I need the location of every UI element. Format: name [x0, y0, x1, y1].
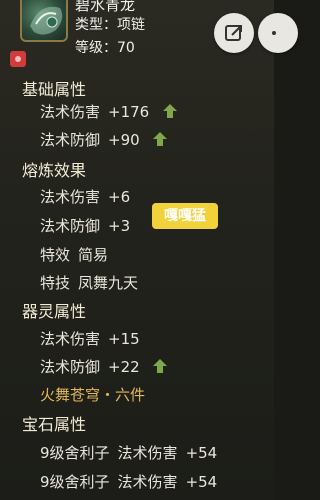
watermark-tag: 嘎嘎猛: [152, 203, 218, 229]
stat-label: 法术伤害: [40, 330, 101, 348]
stat-label: 法术防御: [40, 358, 101, 376]
share-icon: [225, 25, 242, 41]
up-arrow-icon: [153, 132, 168, 146]
gem-name: 9级舍利子: [40, 473, 110, 491]
effect-label: 特效: [40, 246, 71, 264]
stat-label: 法术伤害: [117, 473, 178, 491]
section-spirit-title: 器灵属性: [22, 302, 87, 321]
item-detail-panel: 碧水青龙 类型：项链 等级：70 基础属性 法术伤害 +176 法术防御 +90 熔…: [0, 0, 298, 500]
base-row-magic-defense: 法术防御 +90: [40, 129, 168, 150]
refine-row-magic-defense: 法术防御 +3: [40, 215, 130, 236]
gem-name: 9级舍利子: [40, 444, 110, 462]
stat-label: 法术伤害: [40, 188, 101, 206]
gem-row: 9级舍利子 法术伤害 +54: [40, 442, 217, 463]
more-button[interactable]: [258, 13, 298, 53]
spirit-row-magic-damage: 法术伤害 +15: [40, 328, 140, 349]
section-base-title: 基础属性: [22, 80, 87, 99]
dragon-necklace-icon: [30, 6, 63, 35]
share-button[interactable]: [214, 13, 254, 53]
refine-skill: 特技 凤舞九天: [40, 272, 138, 293]
spirit-row-magic-defense: 法术防御 +22: [40, 356, 168, 377]
stat-label: 法术防御: [40, 131, 101, 149]
stat-value: +6: [108, 188, 131, 206]
base-row-magic-damage: 法术伤害 +176: [40, 101, 178, 122]
item-name: 碧水青龙: [75, 0, 136, 14]
up-arrow-icon: [153, 359, 168, 373]
stat-label: 法术伤害: [40, 103, 101, 121]
refine-row-magic-damage: 法术伤害 +6: [40, 186, 130, 207]
item-icon[interactable]: [20, 0, 68, 42]
more-icon: [272, 31, 276, 35]
up-arrow-icon: [163, 104, 177, 118]
stat-value: +54: [185, 444, 218, 462]
refine-effect: 特效 简易: [40, 244, 108, 265]
stat-value: +22: [108, 358, 140, 376]
stat-value: +3: [108, 217, 131, 235]
stat-value: +15: [108, 330, 140, 348]
stat-value: +90: [108, 131, 140, 149]
gem-row: 9级舍利子 法术伤害 +54: [40, 471, 217, 492]
item-level: 等级：70: [75, 40, 135, 56]
stat-label: 法术防御: [40, 217, 101, 235]
section-refine-title: 熔炼效果: [22, 161, 87, 180]
section-gem-title: 宝石属性: [22, 415, 87, 434]
stat-label: 法术伤害: [117, 444, 178, 462]
notice-badge[interactable]: [10, 51, 26, 67]
skill-value: 凤舞九天: [78, 274, 139, 292]
skill-label: 特技: [40, 274, 71, 292]
item-type: 类型：项链: [75, 17, 145, 33]
effect-value: 简易: [78, 246, 109, 264]
stat-value: +54: [185, 473, 218, 491]
stat-value: +176: [108, 103, 150, 121]
spirit-set-bonus: 火舞苍穹・六件: [40, 386, 146, 404]
